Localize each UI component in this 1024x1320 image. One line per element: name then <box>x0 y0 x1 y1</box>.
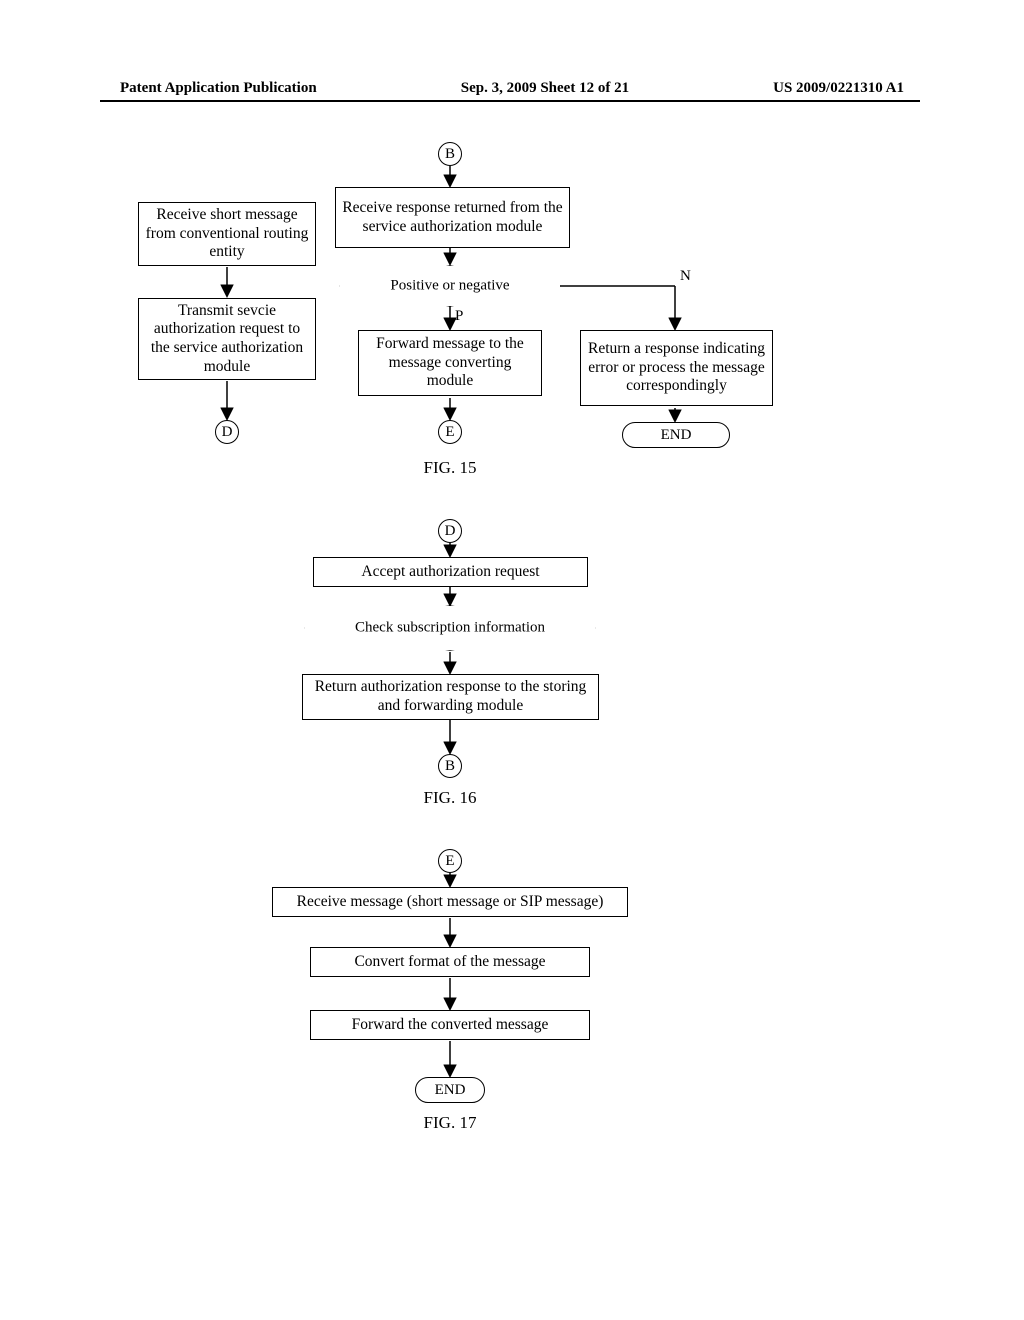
connector-d-in: D <box>438 519 462 543</box>
box-forward-converted: Forward the converted message <box>310 1010 590 1040</box>
accept-text: Accept authorization request <box>361 563 539 582</box>
fig-16-label: FIG. 16 <box>400 788 500 808</box>
connector-d-label: D <box>222 424 233 441</box>
connector-b: B <box>438 142 462 166</box>
receive-short-text: Receive short message from conventional … <box>145 206 309 262</box>
connector-e-in-label: E <box>445 853 454 870</box>
connector-e-label: E <box>445 424 454 441</box>
connector-d-in-label: D <box>445 523 456 540</box>
box-return-error: Return a response indicating error or pr… <box>580 330 773 406</box>
box-accept-auth: Accept authorization request <box>313 557 588 587</box>
fig-15-label: FIG. 15 <box>400 458 500 478</box>
box-convert: Convert format of the message <box>310 947 590 977</box>
box-receive-msg: Receive message (short message or SIP me… <box>272 887 628 917</box>
branch-n-label: N <box>680 268 691 285</box>
fig-17-label: FIG. 17 <box>400 1113 500 1133</box>
box-receive-short: Receive short message from conventional … <box>138 202 316 266</box>
box-return-auth: Return authorization response to the sto… <box>302 674 599 720</box>
header-center: Sep. 3, 2009 Sheet 12 of 21 <box>461 80 629 97</box>
decision-text: Positive or negative <box>340 277 560 294</box>
terminator-end-17: END <box>415 1077 485 1103</box>
connector-e-out: E <box>438 420 462 444</box>
page-header: Patent Application Publication Sep. 3, 2… <box>0 80 1024 97</box>
end-17-text: END <box>435 1082 466 1099</box>
check-text: Check subscription information <box>305 619 595 636</box>
return-error-text: Return a response indicating error or pr… <box>587 340 766 396</box>
transmit-text: Transmit sevcie authorization request to… <box>145 302 309 376</box>
receive-response-text: Receive response returned from the servi… <box>342 199 563 236</box>
decision-positive-negative: Positive or negative <box>340 266 560 306</box>
header-left: Patent Application Publication <box>120 80 317 97</box>
connector-b-label: B <box>445 146 455 163</box>
connector-b-out: B <box>438 754 462 778</box>
connector-b-out-label: B <box>445 758 455 775</box>
forward-text: Forward message to the message convertin… <box>365 335 535 391</box>
convert-text: Convert format of the message <box>354 953 545 972</box>
box-transmit: Transmit sevcie authorization request to… <box>138 298 316 380</box>
end-15-text: END <box>661 427 692 444</box>
terminator-end-15: END <box>622 422 730 448</box>
decision-check-subscription: Check subscription information <box>305 606 595 650</box>
connector-e-in: E <box>438 849 462 873</box>
branch-p-label: P <box>455 308 463 325</box>
return-auth-text: Return authorization response to the sto… <box>309 678 592 715</box>
box-receive-response: Receive response returned from the servi… <box>335 187 570 248</box>
box-forward-convert: Forward message to the message convertin… <box>358 330 542 396</box>
forward-converted-text: Forward the converted message <box>352 1016 549 1035</box>
receive-msg-text: Receive message (short message or SIP me… <box>297 893 604 912</box>
connector-d-out: D <box>215 420 239 444</box>
header-rule <box>100 100 920 102</box>
header-right: US 2009/0221310 A1 <box>773 80 904 97</box>
